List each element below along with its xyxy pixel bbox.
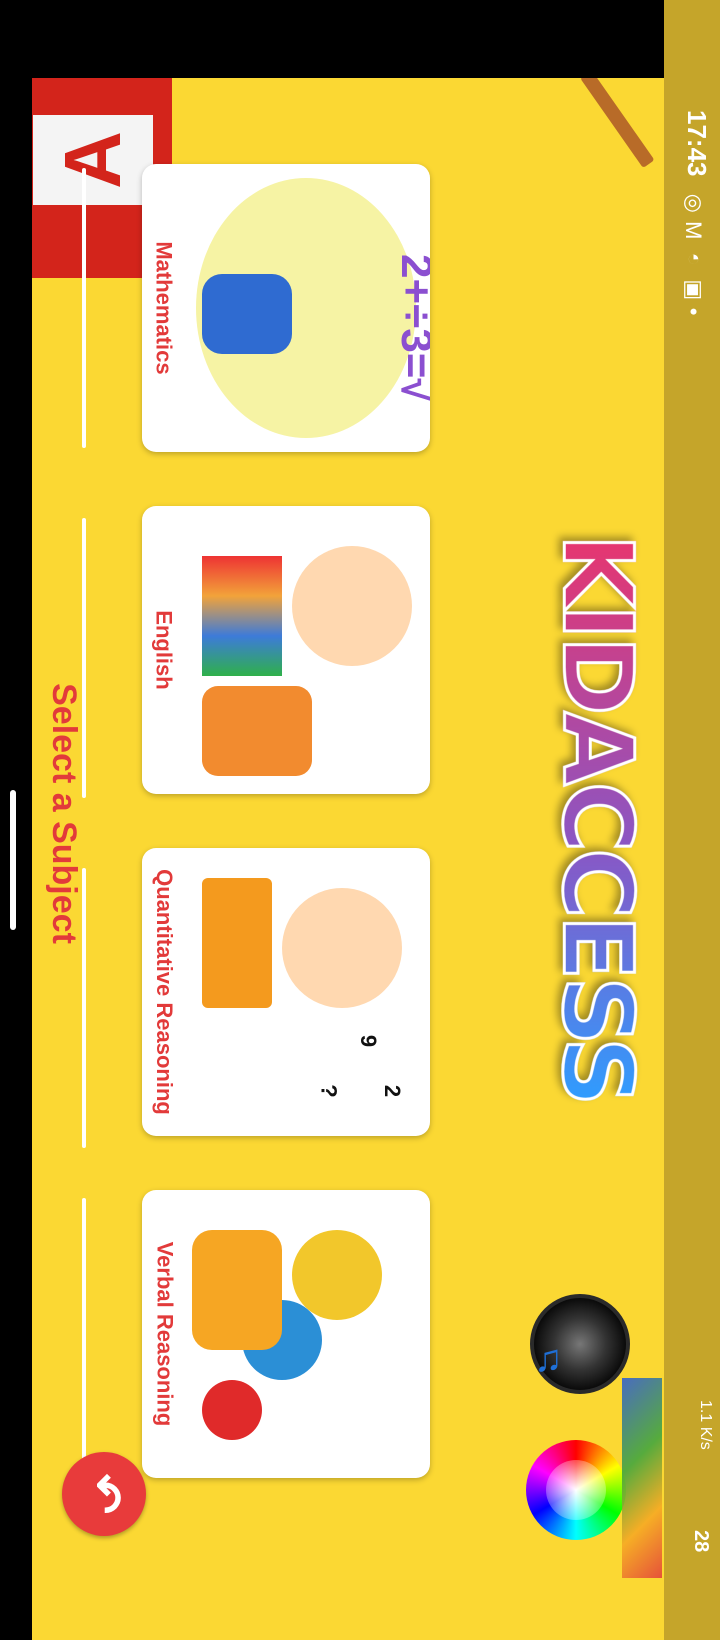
subject-card-english[interactable]: English [142,506,430,794]
girl-icon [202,274,292,354]
notification-icons: ◎ M ◔ ▣ • [681,190,706,316]
battery-level: 28 [690,1530,712,1553]
theme-color-button[interactable] [526,1440,626,1540]
card-label-wrapper: English [142,506,186,794]
status-time: 17:43 [682,110,712,177]
subject-card-quantitative-reasoning[interactable]: 9 ? 2 Quantitative Reasoning [142,848,430,1136]
subject-label: English [152,610,178,690]
top-black-area [0,0,664,78]
crayons-decoration [622,1378,662,1578]
subject-card-verbal-reasoning[interactable]: Verbal Reasoning [142,1190,430,1478]
network-speed: 1.1 K/s [697,1400,714,1450]
home-indicator [10,790,16,930]
color-wheel-icon [546,1460,606,1520]
thinking-boy-icon [282,888,402,1008]
books-icon [202,556,282,676]
subject-label: Quantitative Reasoning [152,869,177,1115]
back-arrow-icon: ↶ [77,1473,130,1515]
divider-line [82,1198,86,1478]
thinking-person-icon [192,1230,282,1350]
number-bond-icon: 9 ? 2 [316,1034,406,1098]
left-black-area [0,0,32,1640]
subject-label: Mathematics [152,241,177,375]
table-icon [202,878,272,1008]
card-label-wrapper: Quantitative Reasoning [142,848,186,1136]
gear-icon [292,1230,382,1320]
status-bar: 17:43 ◎ M ◔ ▣ • 1.1 K/s 28 [664,0,720,1640]
app-title: KIDACCESS [532,532,662,1104]
gear-icon [202,1380,262,1440]
divider-line [82,518,86,798]
divider-line [82,168,86,448]
back-button[interactable]: ↶ [62,1452,146,1536]
music-toggle-button[interactable]: ♫ [530,1294,630,1394]
boy-reading-icon [292,546,412,666]
select-subject-prompt: Select a Subject [38,678,88,948]
subject-label: Verbal Reasoning [152,1241,177,1427]
card-label-wrapper: Verbal Reasoning [142,1190,186,1478]
divider-line [82,868,86,1148]
music-note-icon: ♫ [534,1338,563,1380]
subject-card-mathematics[interactable]: 2+÷3=√ Mathematics [142,164,430,452]
select-subject-text: Select a Subject [44,682,83,944]
app-title-text: KIDACCESS [540,532,655,1104]
pencil-decoration [580,78,655,169]
letter-blocks-icon [202,686,312,776]
app-screen: A KIDACCESS Select a Subject 2+÷3=√ Math… [32,78,664,1640]
card-label-wrapper: Mathematics [142,164,186,452]
letter-a-icon: A [33,115,153,205]
